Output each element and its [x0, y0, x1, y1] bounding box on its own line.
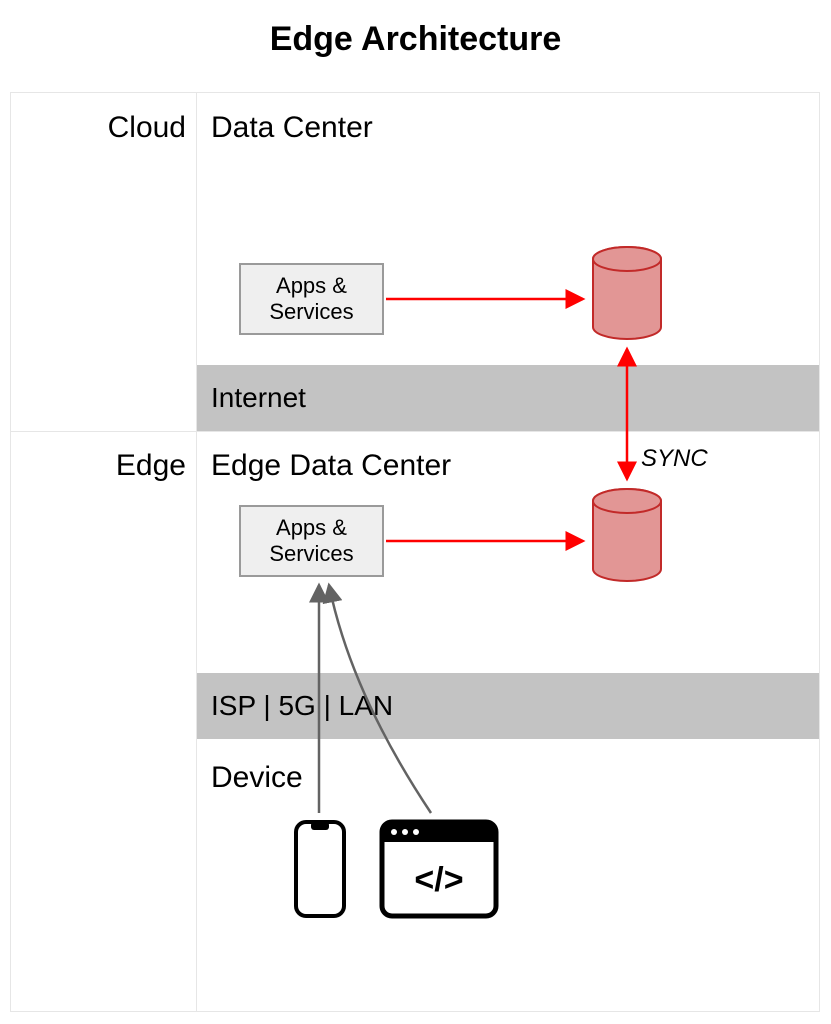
code-glyph: </> — [414, 861, 463, 899]
network-internet-label: Internet — [211, 382, 306, 414]
tier-label-cloud: Cloud — [11, 111, 186, 145]
cloud-apps-label: Apps &Services — [269, 273, 353, 326]
page-title: Edge Architecture — [0, 20, 831, 59]
sync-label: SYNC — [641, 445, 708, 473]
code-browser-icon: </> — [379, 819, 499, 919]
network-internet: Internet — [197, 365, 819, 431]
grid-divider-horizontal — [11, 431, 819, 432]
edge-database-icon — [591, 487, 663, 583]
edge-apps-box: Apps &Services — [239, 505, 384, 577]
edge-apps-label: Apps &Services — [269, 515, 353, 568]
network-isp-label: ISP | 5G | LAN — [211, 690, 393, 722]
section-data-center: Data Center — [211, 111, 373, 145]
section-device: Device — [211, 761, 303, 795]
section-edge-data-center: Edge Data Center — [211, 449, 451, 483]
diagram-grid: Cloud Edge Data Center Edge Data Center … — [10, 92, 820, 1012]
grid-divider-vertical — [196, 93, 197, 1011]
smartphone-icon — [293, 819, 347, 919]
tier-label-edge: Edge — [11, 449, 186, 483]
cloud-apps-box: Apps &Services — [239, 263, 384, 335]
network-isp: ISP | 5G | LAN — [197, 673, 819, 739]
cloud-database-icon — [591, 245, 663, 341]
